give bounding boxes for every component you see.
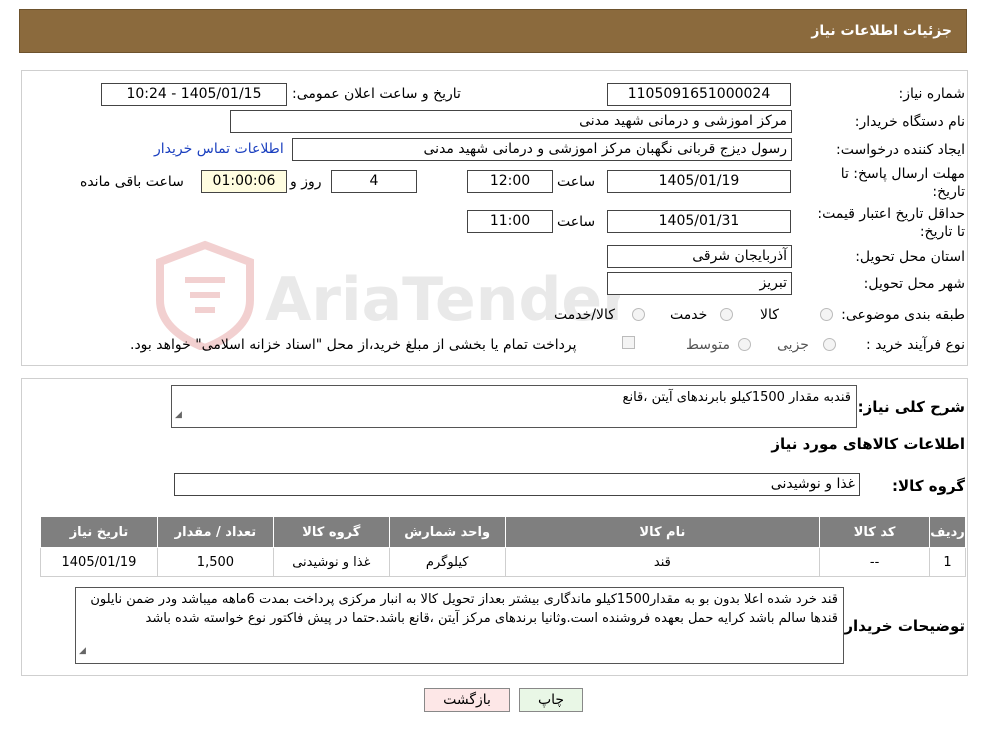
col-name-header: نام کالا [504, 516, 821, 548]
back-button[interactable]: بازگشت [424, 688, 510, 712]
col-code-header: کد کالا [819, 516, 931, 548]
table-header-row: ردیف کد کالا نام کالا واحد شمارش گروه کا… [40, 516, 966, 548]
col-qty-header: تعداد / مقدار [156, 516, 274, 548]
announce-field: 1405/01/15 - 10:24 [101, 83, 287, 106]
deadline-time-label: ساعت [557, 174, 596, 190]
items-table: ردیف کد کالا نام کالا واحد شمارش گروه کا… [40, 516, 966, 577]
print-button[interactable]: چاپ [519, 688, 583, 712]
need-number-field: 1105091651000024 [607, 83, 791, 106]
process-label: نوع فرآیند خرید : [866, 337, 965, 353]
city-label: شهر محل تحویل: [863, 276, 965, 292]
cell-group: غذا و نوشیدنی [272, 547, 390, 577]
goods-section-title: اطلاعات کالاهای مورد نیاز [771, 435, 965, 453]
buyer-notes-label: توضیحات خریدار: [838, 617, 965, 635]
city-field: تبریز [607, 272, 792, 295]
summary-label: شرح کلی نیاز: [857, 398, 965, 416]
category-option-service: خدمت [670, 307, 708, 323]
cell-row: 1 [929, 547, 966, 577]
cell-date: 1405/01/19 [40, 547, 158, 577]
treasury-payment-checkbox[interactable] [622, 336, 635, 349]
resize-grip-icon[interactable]: ◢ [79, 642, 86, 661]
buyer-notes-textarea[interactable]: قند خرد شده اعلا بدون بو به مقدار1500کیل… [75, 587, 844, 664]
col-date-header: تاریخ نیاز [40, 516, 158, 548]
deadline-time-field: 12:00 [467, 170, 553, 193]
province-label: استان محل تحویل: [855, 249, 965, 265]
process-radio-medium[interactable] [738, 338, 751, 351]
buyer-contact-link[interactable]: اطلاعات تماس خریدار [154, 141, 284, 157]
payment-note: پرداخت تمام یا بخشی از مبلغ خرید،از محل … [130, 337, 577, 353]
deadline-label: مهلت ارسال پاسخ: تا تاریخ: [840, 166, 965, 200]
validity-label: حداقل تاریخ اعتبار قیمت: تا تاریخ: [817, 206, 965, 240]
validity-date-field: 1405/01/31 [607, 210, 791, 233]
goods-group-field: غذا و نوشیدنی [174, 473, 860, 496]
province-field: آذربایجان شرقی [607, 245, 792, 268]
col-unit-header: واحد شمارش [388, 516, 506, 548]
goods-group-label: گروه کالا: [892, 477, 965, 495]
days-field: 4 [331, 170, 417, 193]
page-header: جزئیات اطلاعات نیاز [19, 9, 967, 53]
resize-grip-icon[interactable]: ◢ [175, 406, 182, 425]
col-row-header: ردیف [929, 516, 966, 548]
days-label: روز و [290, 174, 322, 190]
process-option-minor: جزیی [777, 337, 809, 353]
category-option-goods: کالا [760, 307, 779, 323]
page-title: جزئیات اطلاعات نیاز [811, 23, 952, 39]
summary-text: قندبه مقدار 1500کیلو بابرندهای آیتن ،قان… [622, 390, 851, 405]
remaining-time-field: 01:00:06 [201, 170, 287, 193]
announce-label: تاریخ و ساعت اعلان عمومی: [292, 86, 461, 102]
buyer-org-field: مرکز اموزشی و درمانی شهید مدنی [230, 110, 792, 133]
remaining-label: ساعت باقی مانده [80, 174, 184, 190]
buyer-notes-text: قند خرد شده اعلا بدون بو به مقدار1500کیل… [90, 592, 838, 626]
cell-name: قند [504, 547, 821, 577]
process-option-medium: متوسط [686, 337, 730, 353]
cell-code: -- [819, 547, 931, 577]
deadline-date-field: 1405/01/19 [607, 170, 791, 193]
buyer-org-label: نام دستگاه خریدار: [854, 114, 965, 130]
category-label: طبقه بندی موضوعی: [841, 307, 965, 323]
process-radio-minor[interactable] [823, 338, 836, 351]
validity-time-label: ساعت [557, 214, 596, 230]
cell-unit: کیلوگرم [388, 547, 506, 577]
col-group-header: گروه کالا [272, 516, 390, 548]
summary-textarea[interactable]: قندبه مقدار 1500کیلو بابرندهای آیتن ،قان… [171, 385, 857, 428]
category-radio-goods[interactable] [820, 308, 833, 321]
need-number-label: شماره نیاز: [898, 86, 966, 102]
category-radio-goods-service[interactable] [632, 308, 645, 321]
category-option-goods-service: کالا/خدمت [554, 307, 615, 323]
creator-field: رسول دیزج قربانی نگهبان مرکز اموزشی و در… [292, 138, 792, 161]
category-radio-service[interactable] [720, 308, 733, 321]
creator-label: ایجاد کننده درخواست: [836, 142, 965, 158]
cell-qty: 1,500 [156, 547, 274, 577]
validity-time-field: 11:00 [467, 210, 553, 233]
table-row: 1 -- قند کیلوگرم غذا و نوشیدنی 1,500 140… [40, 547, 966, 577]
